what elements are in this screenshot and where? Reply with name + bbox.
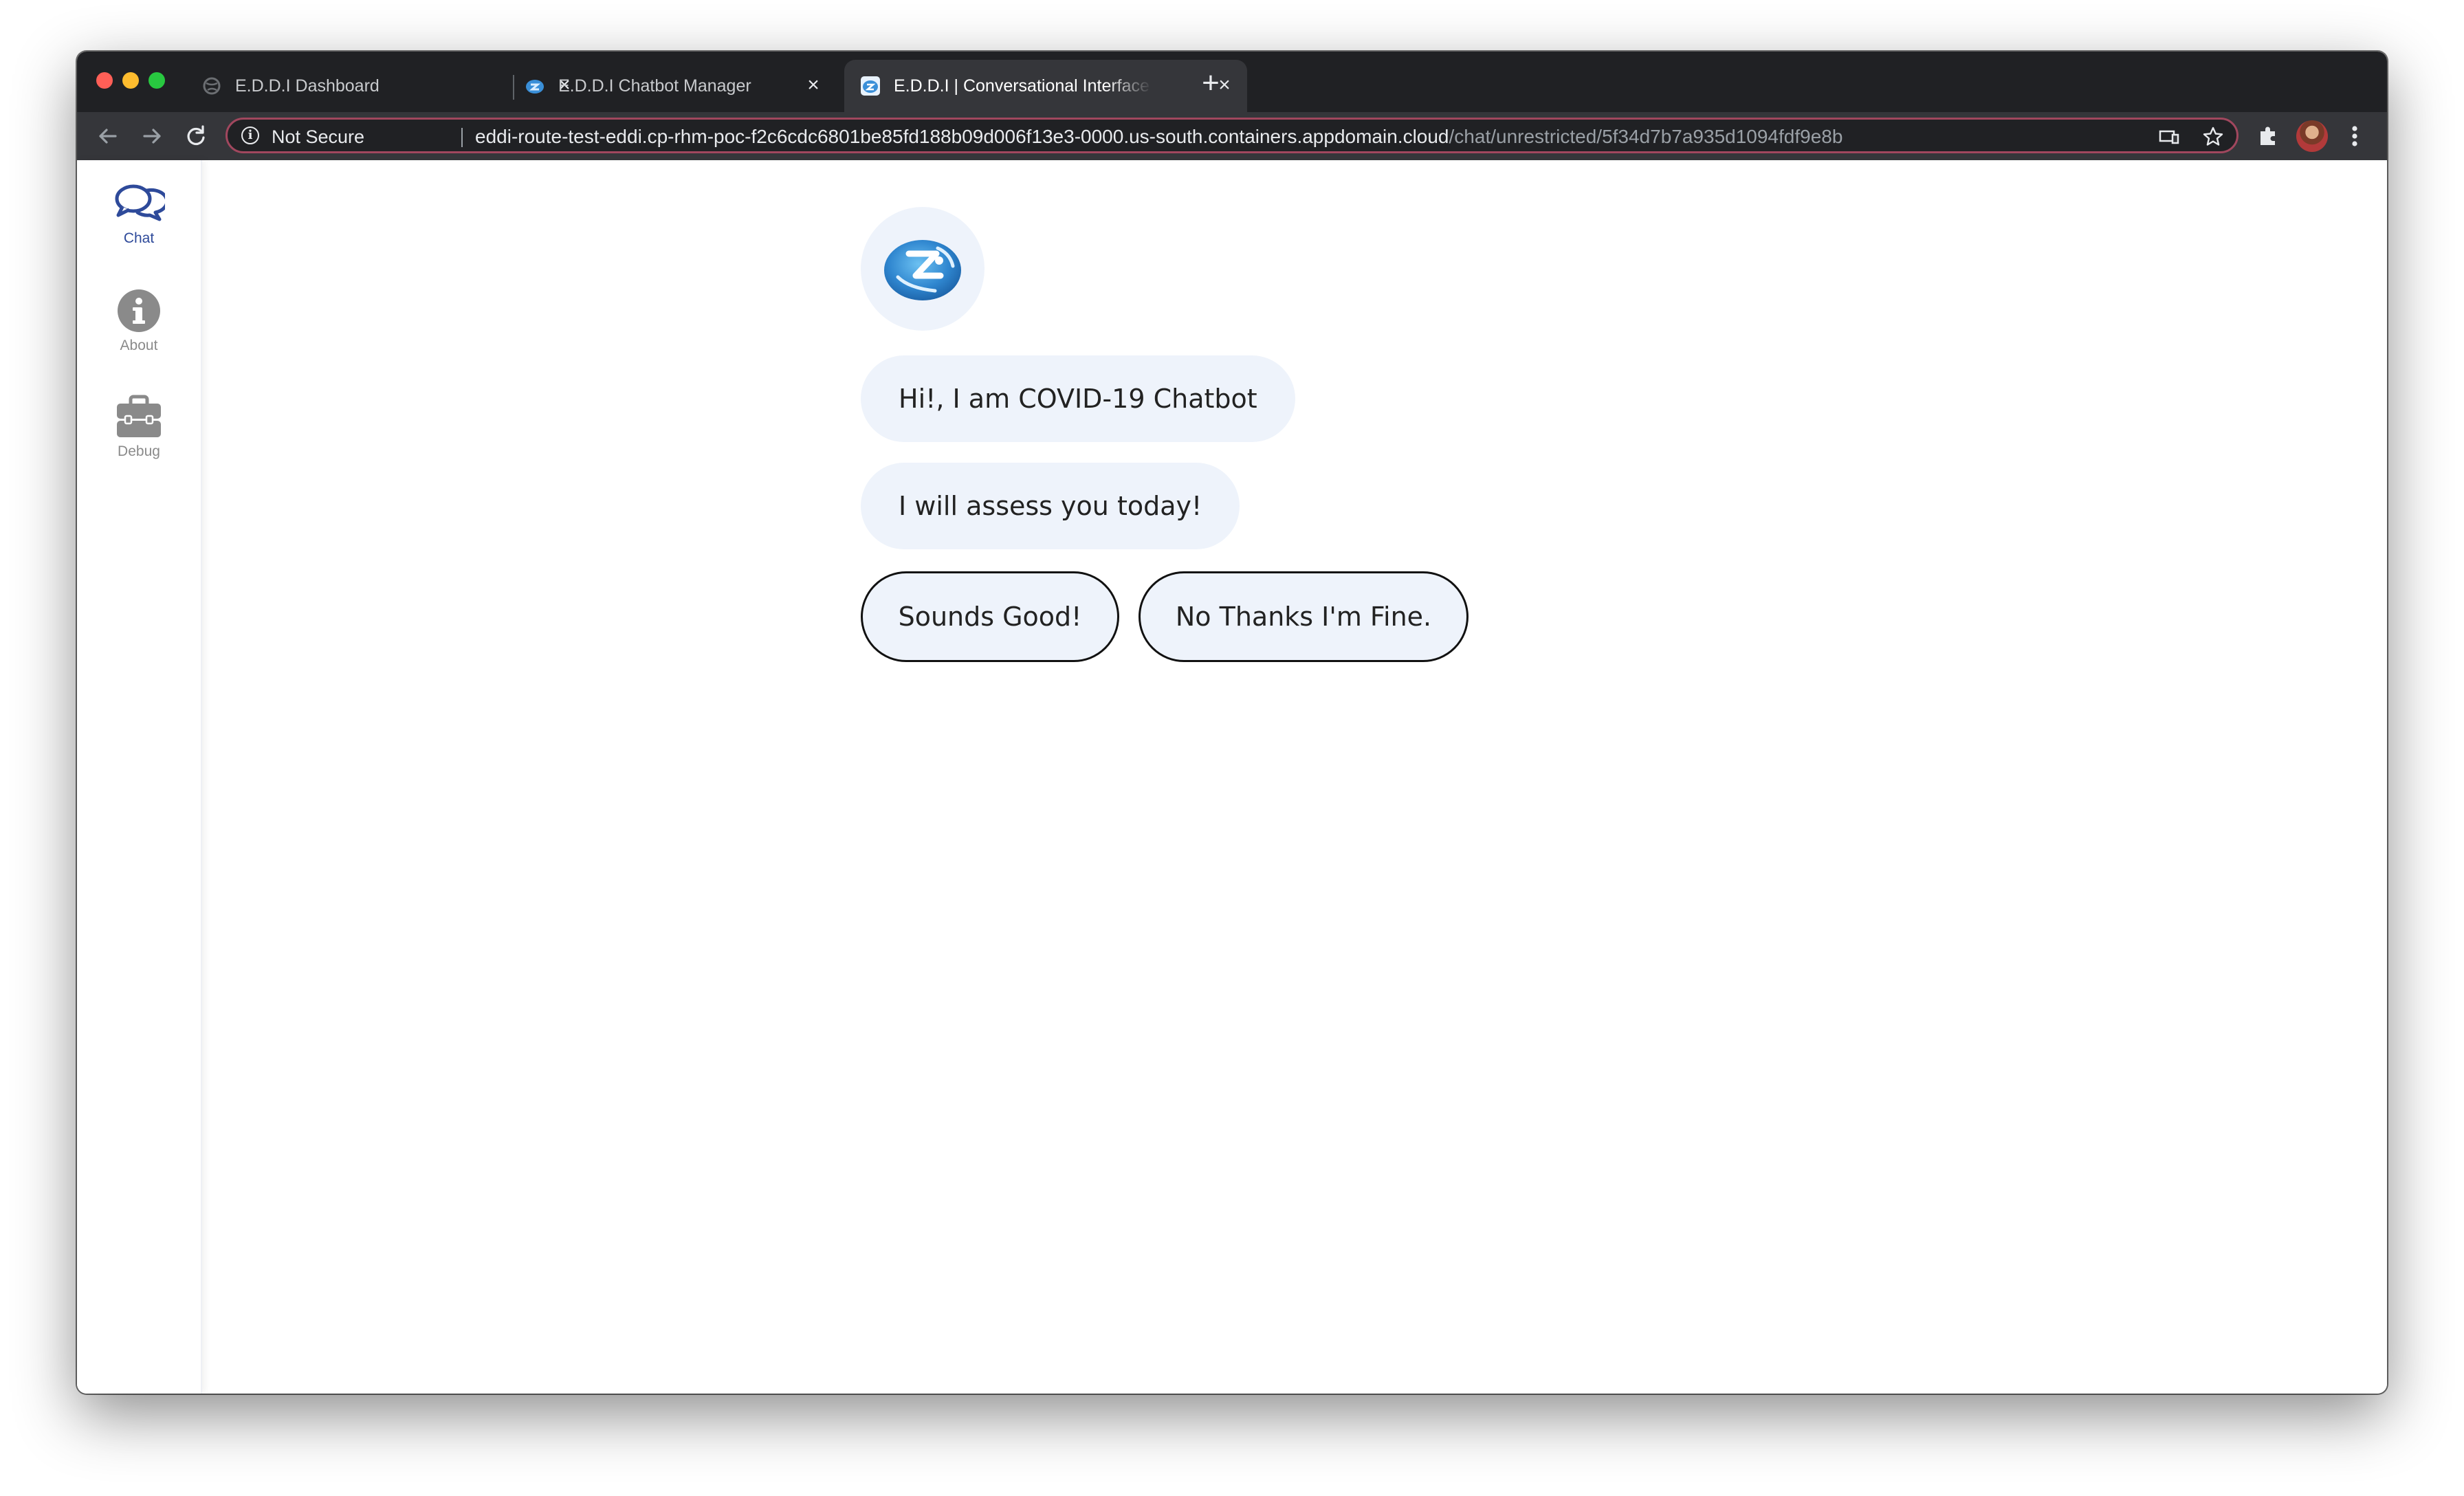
maximize-window-button[interactable] — [148, 72, 165, 89]
url-host: eddi-route-test-eddi.cp-rhm-poc-f2c6cdc6… — [475, 126, 1449, 147]
extensions-puzzle-icon[interactable] — [2255, 123, 2281, 149]
globe-icon — [202, 76, 221, 96]
tab-title: E.D.D.I Dashboard — [235, 76, 380, 96]
chat-area: Hi!, I am COVID-19 Chatbot I will assess… — [201, 160, 2387, 1394]
eddi-logo-icon — [525, 76, 544, 96]
omnibox-divider — [461, 128, 463, 147]
cast-icon[interactable] — [2158, 126, 2180, 148]
sidebar-item-about[interactable]: About — [77, 288, 201, 354]
close-window-button[interactable] — [96, 72, 113, 89]
back-button[interactable] — [92, 120, 124, 152]
toolbox-icon — [117, 395, 161, 437]
sidebar: Chat About Debug — [77, 160, 202, 1394]
sidebar-item-label: About — [120, 338, 158, 353]
browser-toolbar: i Not Secure eddi-route-test-eddi.cp-rhm… — [77, 112, 2387, 160]
url-path: /chat/unrestricted/5f34d7b7a935d1094fdf9… — [1449, 126, 1843, 147]
sidebar-item-label: Debug — [118, 443, 160, 459]
more-menu-icon[interactable] — [2344, 120, 2365, 152]
tab-separator — [513, 75, 514, 100]
url-text[interactable]: eddi-route-test-eddi.cp-rhm-poc-f2c6cdc6… — [475, 126, 1842, 147]
bot-avatar — [861, 207, 984, 331]
tab-strip: E.D.D.I Dashboard × E.D.D.I Chatbot Mana… — [77, 52, 2387, 112]
reload-icon — [187, 125, 205, 146]
tab-title: E.D.D.I Chatbot Manager — [558, 76, 751, 96]
quick-reply-no-thanks-button[interactable]: No Thanks I'm Fine. — [1138, 571, 1468, 662]
arrow-left-icon — [99, 129, 117, 144]
security-label[interactable]: Not Secure — [272, 126, 364, 147]
address-bar[interactable]: i Not Secure eddi-route-test-eddi.cp-rhm… — [226, 118, 2238, 153]
tab-title: E.D.D.I | Conversational Interface — [894, 76, 1150, 96]
sidebar-item-label: Chat — [123, 230, 155, 246]
bot-message: Hi!, I am COVID-19 Chatbot — [861, 355, 1295, 442]
forward-button[interactable] — [136, 120, 168, 152]
sidebar-item-chat[interactable]: Chat — [77, 181, 201, 247]
eddi-logo-icon — [884, 240, 961, 300]
arrow-right-icon — [143, 129, 161, 144]
new-tab-button[interactable]: + — [1195, 68, 1226, 100]
browser-window: E.D.D.I Dashboard × E.D.D.I Chatbot Mana… — [77, 52, 2387, 1394]
info-icon[interactable]: i — [241, 126, 259, 144]
eddi-logo-icon — [861, 76, 880, 96]
minimize-window-button[interactable] — [122, 72, 139, 89]
desktop: E.D.D.I Dashboard × E.D.D.I Chatbot Mana… — [0, 0, 2464, 1496]
info-circle-icon — [118, 289, 160, 332]
close-tab-icon[interactable]: × — [803, 75, 824, 96]
chat-bubbles-icon — [115, 184, 165, 221]
web-page: Chat About Debug Hi!, I am COVID-19 Chat… — [77, 160, 2387, 1394]
sidebar-item-debug[interactable]: Debug — [77, 394, 201, 460]
quick-reply-sounds-good-button[interactable]: Sounds Good! — [861, 571, 1119, 662]
reload-button[interactable] — [180, 120, 212, 152]
tab-eddi-conversational-interface[interactable]: E.D.D.I | Conversational Interface × — [844, 60, 1247, 112]
bookmark-star-icon[interactable] — [2202, 126, 2224, 148]
bot-message: I will assess you today! — [861, 463, 1240, 549]
profile-avatar[interactable] — [2296, 120, 2328, 152]
